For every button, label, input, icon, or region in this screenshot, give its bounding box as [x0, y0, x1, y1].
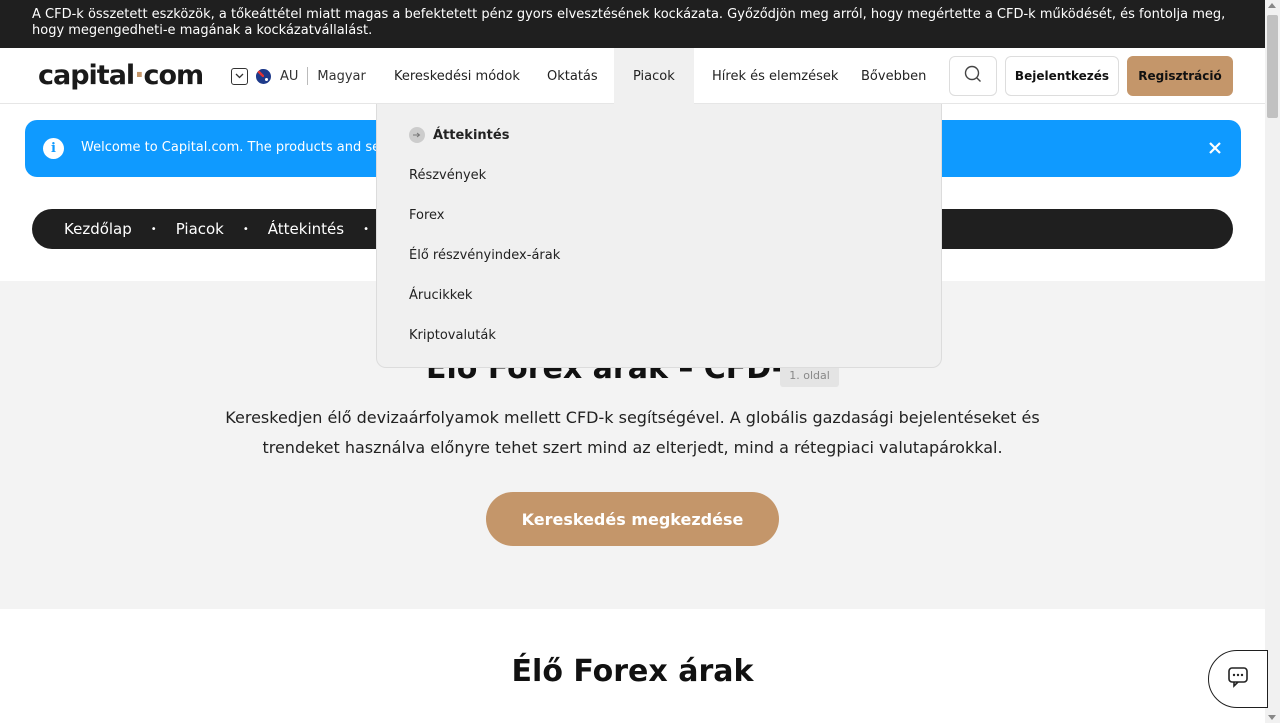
breadcrumb-separator: • — [150, 223, 157, 235]
nav-trading-modes[interactable]: Kereskedési módok — [375, 48, 539, 104]
welcome-text: Welcome to Capital.com. The products and… — [81, 140, 404, 155]
australia-flag-icon — [256, 68, 271, 84]
language-label: Magyar — [317, 68, 366, 84]
chevron-down-icon — [231, 67, 248, 85]
breadcrumb-overview[interactable]: Áttekintés — [268, 220, 344, 238]
markets-dropdown-menu: Áttekintés Részvények Forex Élő részvény… — [376, 104, 942, 368]
dropdown-item-crypto[interactable]: Kriptovaluták — [409, 328, 496, 343]
dropdown-item-shares[interactable]: Részvények — [409, 168, 486, 183]
scroll-up-arrow-icon[interactable] — [1268, 3, 1276, 8]
dropdown-item-indices[interactable]: Élő részvényindex-árak — [409, 248, 560, 263]
close-icon[interactable] — [1209, 138, 1221, 159]
dropdown-item-forex[interactable]: Forex — [409, 208, 445, 223]
breadcrumb-separator: • — [242, 223, 249, 235]
arrow-right-icon — [409, 127, 425, 143]
search-button[interactable] — [949, 56, 997, 96]
dropdown-item-label: Áttekintés — [433, 127, 510, 143]
chat-icon — [1227, 666, 1249, 692]
region-code: AU — [280, 68, 299, 84]
info-icon: i — [43, 138, 64, 159]
scroll-down-arrow-icon[interactable] — [1268, 715, 1276, 720]
breadcrumb-markets[interactable]: Piacok — [176, 220, 224, 238]
risk-warning-text: A CFD-k összetett eszközök, a tőkeáttéte… — [32, 7, 1226, 38]
section-title: Élő Forex árak — [511, 654, 754, 689]
breadcrumb-home[interactable]: Kezdőlap — [64, 220, 132, 238]
hero-description: Kereskedjen élő devizaárfolyamok mellett… — [225, 408, 1040, 457]
start-trading-button[interactable]: Kereskedés megkezdése — [486, 492, 779, 546]
scrollbar-thumb[interactable] — [1267, 15, 1278, 118]
breadcrumb-separator: • — [363, 223, 369, 235]
login-button[interactable]: Bejelentkezés — [1005, 56, 1119, 96]
nav-more[interactable]: Bővebben — [842, 48, 945, 104]
risk-warning-bar: A CFD-k összetett eszközök, a tőkeáttéte… — [0, 0, 1265, 48]
site-header: capital·com AU Magyar Kereskedési módok … — [0, 48, 1265, 104]
search-icon — [964, 65, 982, 87]
dropdown-item-commodities[interactable]: Árucikkek — [409, 288, 472, 303]
dropdown-item-overview[interactable]: Áttekintés — [409, 127, 509, 143]
nav-education[interactable]: Oktatás — [528, 48, 617, 104]
locale-selector[interactable]: AU Magyar — [231, 67, 366, 85]
capital-com-logo[interactable]: capital·com — [38, 60, 204, 91]
divider — [307, 67, 309, 85]
chat-button[interactable] — [1208, 650, 1268, 708]
nav-markets[interactable]: Piacok — [614, 48, 694, 104]
nav-news-analysis[interactable]: Hírek és elemzések — [693, 48, 857, 104]
page-scrollbar[interactable] — [1265, 0, 1280, 723]
register-button[interactable]: Regisztráció — [1127, 56, 1233, 96]
